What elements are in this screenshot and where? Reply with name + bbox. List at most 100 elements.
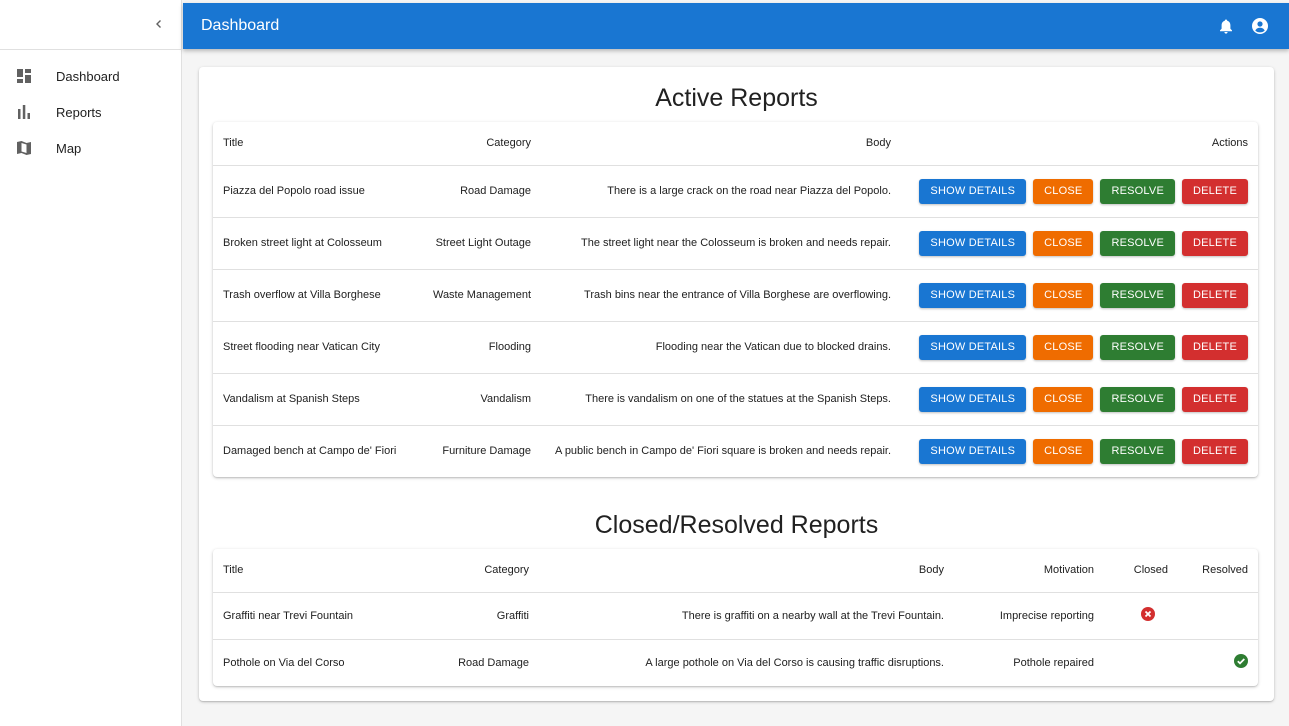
- column-header-title: Title: [213, 122, 411, 166]
- table-row: Street flooding near Vatican City Floodi…: [213, 321, 1258, 374]
- account-circle-icon[interactable]: [1249, 15, 1271, 37]
- delete-report-button[interactable]: DELETE: [1182, 438, 1248, 464]
- report-title: Broken street light at Colosseum: [213, 217, 411, 270]
- show-details-button[interactable]: SHOW DETAILS: [919, 178, 1027, 204]
- report-title: Street flooding near Vatican City: [213, 321, 411, 374]
- app-bar: Dashboard: [183, 3, 1289, 49]
- delete-report-button[interactable]: DELETE: [1182, 386, 1248, 412]
- report-title: Pothole on Via del Corso: [223, 656, 345, 669]
- close-report-button[interactable]: CLOSE: [1033, 230, 1094, 256]
- report-motivation: Imprecise reporting: [954, 592, 1104, 640]
- report-motivation: Pothole repaired: [1013, 656, 1094, 669]
- delete-report-button[interactable]: DELETE: [1182, 230, 1248, 256]
- show-details-button[interactable]: SHOW DETAILS: [919, 438, 1027, 464]
- column-header-body: Body: [539, 549, 954, 593]
- report-body: A large pothole on Via del Corso is caus…: [645, 656, 944, 669]
- column-header-actions: Actions: [901, 122, 1258, 166]
- table-row: Pothole on Via del Corso Road Damage A l…: [213, 639, 1258, 686]
- show-details-button[interactable]: SHOW DETAILS: [919, 230, 1027, 256]
- report-category: Road Damage: [411, 165, 541, 218]
- closed-cell: [1104, 639, 1178, 686]
- sidebar-item-label: Reports: [56, 104, 102, 120]
- sidebar-item-map[interactable]: Map: [0, 130, 181, 166]
- row-actions: SHOW DETAILS CLOSE RESOLVE DELETE: [901, 373, 1258, 426]
- report-category: Vandalism: [411, 373, 541, 426]
- bar-chart-icon: [16, 104, 32, 120]
- sidebar-item-dashboard[interactable]: Dashboard: [0, 58, 181, 94]
- table-row: Piazza del Popolo road issue Road Damage…: [213, 165, 1258, 218]
- row-actions: SHOW DETAILS CLOSE RESOLVE DELETE: [901, 217, 1258, 270]
- resolve-report-button[interactable]: RESOLVE: [1100, 334, 1175, 360]
- column-header-title: Title: [213, 549, 411, 593]
- report-body: Flooding near the Vatican due to blocked…: [541, 321, 901, 374]
- close-report-button[interactable]: CLOSE: [1033, 386, 1094, 412]
- report-category: Street Light Outage: [411, 217, 541, 270]
- resolve-report-button[interactable]: RESOLVE: [1100, 230, 1175, 256]
- map-icon: [16, 140, 32, 156]
- active-reports-heading: Active Reports: [655, 84, 818, 112]
- resolved-cell: [1178, 592, 1258, 640]
- sidebar-nav: Dashboard Reports Map: [0, 50, 181, 166]
- sidebar: Dashboard Reports Map: [0, 0, 182, 726]
- table-header-row: Title Category Body Actions: [213, 122, 1258, 166]
- show-details-button[interactable]: SHOW DETAILS: [919, 334, 1027, 360]
- delete-report-button[interactable]: DELETE: [1182, 282, 1248, 308]
- report-title: Graffiti near Trevi Fountain: [213, 592, 411, 640]
- resolved-cell: [1178, 639, 1258, 686]
- column-header-motivation: Motivation: [954, 549, 1104, 593]
- resolved-check-icon: [1234, 654, 1248, 669]
- report-title: Damaged bench at Campo de' Fiori: [223, 445, 397, 458]
- report-body: There is vandalism on one of the statues…: [541, 373, 901, 426]
- report-category: Graffiti: [411, 592, 539, 640]
- sidebar-item-reports[interactable]: Reports: [0, 94, 181, 130]
- report-category: Waste Management: [411, 269, 541, 322]
- main-content: Active Reports Title Category Body Actio…: [199, 67, 1274, 701]
- report-title: Trash overflow at Villa Borghese: [213, 269, 411, 322]
- table-row: Vandalism at Spanish Steps Vandalism The…: [213, 373, 1258, 426]
- show-details-button[interactable]: SHOW DETAILS: [919, 282, 1027, 308]
- active-reports-table: Title Category Body Actions Piazza del P…: [213, 122, 1258, 477]
- close-report-button[interactable]: CLOSE: [1033, 334, 1094, 360]
- sidebar-item-label: Map: [56, 140, 82, 156]
- row-actions: SHOW DETAILS CLOSE RESOLVE DELETE: [901, 165, 1258, 218]
- show-details-button[interactable]: SHOW DETAILS: [919, 386, 1027, 412]
- table-row: Damaged bench at Campo de' Fiori Furnitu…: [213, 425, 1258, 477]
- close-report-button[interactable]: CLOSE: [1033, 438, 1094, 464]
- close-report-button[interactable]: CLOSE: [1033, 178, 1094, 204]
- resolve-report-button[interactable]: RESOLVE: [1100, 386, 1175, 412]
- closed-cancel-icon: [1141, 607, 1155, 621]
- column-header-body: Body: [541, 122, 901, 166]
- closed-reports-table: Title Category Body Motivation Closed Re…: [213, 549, 1258, 686]
- report-body: There is a large crack on the road near …: [541, 165, 901, 218]
- column-header-resolved: Resolved: [1178, 549, 1258, 593]
- page-title: Dashboard: [201, 17, 280, 34]
- chevron-left-icon[interactable]: [151, 16, 167, 32]
- delete-report-button[interactable]: DELETE: [1182, 334, 1248, 360]
- column-header-closed: Closed: [1104, 549, 1178, 593]
- close-report-button[interactable]: CLOSE: [1033, 282, 1094, 308]
- closed-reports-heading: Closed/Resolved Reports: [594, 511, 879, 539]
- row-actions: SHOW DETAILS CLOSE RESOLVE DELETE: [901, 321, 1258, 374]
- row-actions: SHOW DETAILS CLOSE RESOLVE DELETE: [901, 425, 1258, 477]
- report-body: There is graffiti on a nearby wall at th…: [539, 592, 954, 640]
- table-row: Graffiti near Trevi Fountain Graffiti Th…: [213, 592, 1258, 640]
- resolve-report-button[interactable]: RESOLVE: [1100, 178, 1175, 204]
- report-category: Furniture Damage: [442, 445, 531, 458]
- resolve-report-button[interactable]: RESOLVE: [1100, 438, 1175, 464]
- resolve-report-button[interactable]: RESOLVE: [1100, 282, 1175, 308]
- report-body: The street light near the Colosseum is b…: [541, 217, 901, 270]
- report-title: Vandalism at Spanish Steps: [213, 373, 411, 426]
- row-actions: SHOW DETAILS CLOSE RESOLVE DELETE: [901, 269, 1258, 322]
- table-row: Broken street light at Colosseum Street …: [213, 217, 1258, 270]
- report-category: Flooding: [411, 321, 541, 374]
- report-body: Trash bins near the entrance of Villa Bo…: [541, 269, 901, 322]
- sidebar-item-label: Dashboard: [56, 68, 120, 84]
- column-header-category: Category: [411, 122, 541, 166]
- table-row: Trash overflow at Villa Borghese Waste M…: [213, 269, 1258, 322]
- delete-report-button[interactable]: DELETE: [1182, 178, 1248, 204]
- report-category: Road Damage: [458, 656, 529, 669]
- column-header-category: Category: [411, 549, 539, 593]
- bell-icon[interactable]: [1215, 15, 1237, 37]
- closed-cell: [1104, 592, 1178, 640]
- dashboard-icon: [16, 68, 32, 84]
